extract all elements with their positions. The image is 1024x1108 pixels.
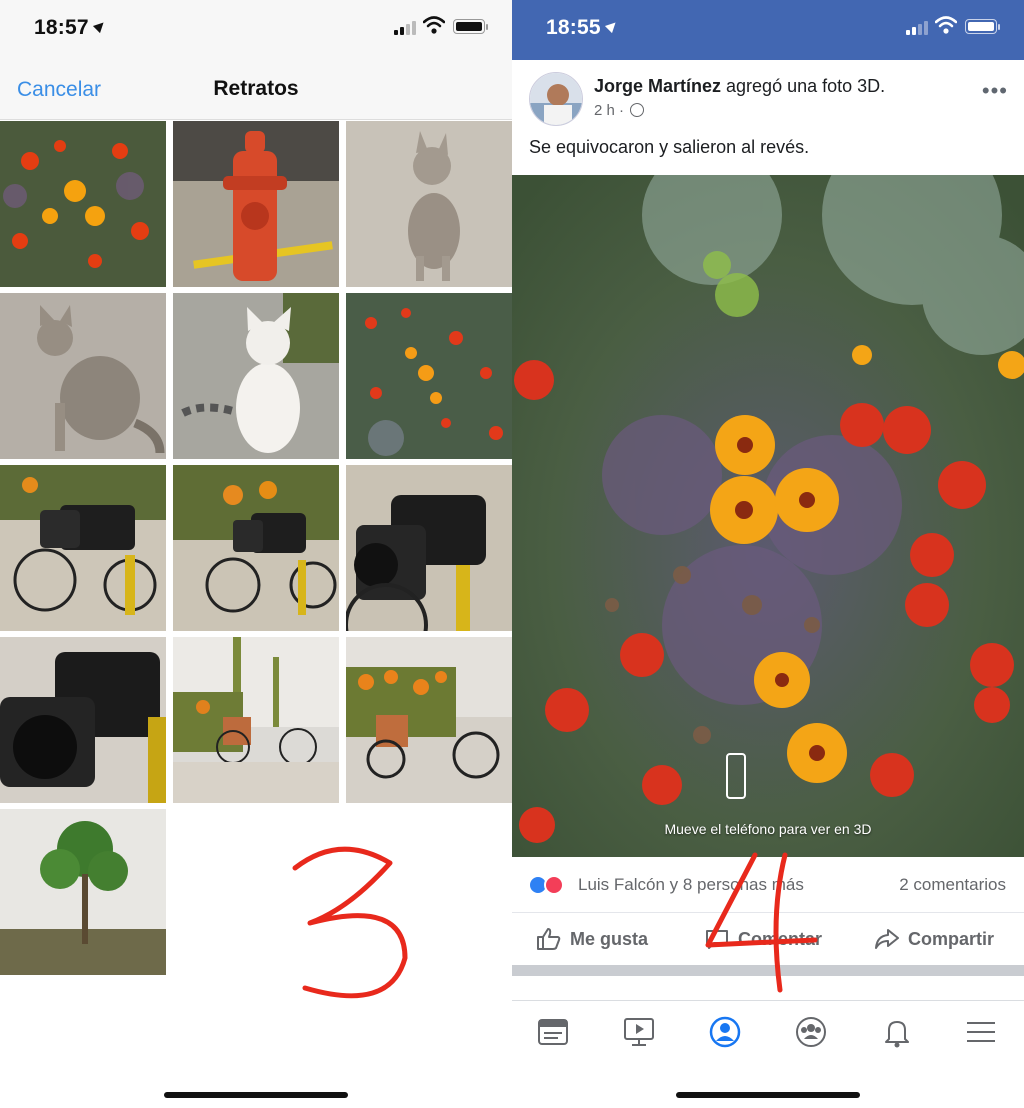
photo-thumbnail-flowers[interactable] [0, 121, 166, 287]
share-icon [875, 929, 899, 949]
facebook-post-screen: 18:55 #right .batt:after{background:#c9d… [512, 0, 1024, 1108]
notifications-icon[interactable] [880, 1015, 920, 1049]
post-author-line: Jorge Martínez agregó una foto 3D. [594, 76, 885, 97]
battery-icon [965, 19, 1000, 34]
profile-icon[interactable] [708, 1015, 748, 1049]
location-arrow-icon [92, 18, 107, 34]
watch-icon[interactable] [622, 1015, 662, 1049]
status-bar: 18:55 [512, 0, 1024, 60]
home-indicator[interactable] [676, 1092, 860, 1098]
like-button[interactable]: Me gusta [536, 927, 648, 951]
page-title: Retratos [213, 77, 299, 100]
share-button[interactable]: Compartir [874, 927, 994, 951]
post-action-text: agregó una foto 3D. [721, 76, 886, 96]
status-time: 18:57 [34, 16, 107, 40]
photo-thumbnail-fire-hydrant[interactable] [173, 121, 339, 287]
comment-button[interactable]: Comentar [704, 927, 822, 951]
photo-thumbnail-bike-planter[interactable] [173, 637, 339, 803]
photo-picker-screen: 18:57 #left .batt:after{background:#999}… [0, 0, 512, 1108]
groups-icon[interactable] [794, 1015, 834, 1049]
wifi-icon [935, 16, 957, 34]
3d-photo[interactable]: Mueve el teléfono para ver en 3D [512, 175, 1024, 857]
love-reaction-icon [544, 875, 564, 895]
post-text: Se equivocaron y salieron al revés. [529, 137, 810, 157]
status-bar: 18:57 [0, 0, 512, 55]
photo-thumbnail-cat-sitting[interactable] [0, 293, 166, 459]
comments-count[interactable]: 2 comentarios [899, 875, 1006, 895]
photo-thumbnail-flowers[interactable] [346, 293, 512, 459]
post-actions: Me gusta Comentar Compartir [512, 913, 1024, 965]
wifi-icon [423, 16, 445, 34]
avatar[interactable] [529, 72, 583, 126]
post-meta: 2 h · [594, 102, 645, 119]
feed-separator [512, 965, 1024, 976]
status-time: 18:55 [546, 16, 619, 40]
photo-thumbnail-cat-gray[interactable] [346, 121, 512, 287]
phone-tilt-icon [726, 753, 746, 799]
photo-thumbnail-camera-bike[interactable] [173, 465, 339, 631]
photo-thumbnail-camera-closeup[interactable] [346, 465, 512, 631]
share-label: Compartir [908, 929, 995, 949]
cellular-signal-icon [906, 21, 930, 35]
photo-thumbnail-cat-white[interactable] [173, 293, 339, 459]
3d-photo-hint: Mueve el teléfono para ver en 3D [664, 821, 872, 837]
more-options-icon[interactable]: ••• [982, 78, 1008, 104]
nav-bar: Cancelar Retratos [0, 55, 512, 120]
reactions-bar: Luis Falcón y 8 personas más 2 comentari… [512, 857, 1024, 913]
globe-icon [630, 103, 645, 117]
news-feed-icon[interactable] [536, 1015, 576, 1049]
thumbs-up-icon [537, 928, 561, 950]
location-arrow-icon [604, 18, 619, 34]
author-name[interactable]: Jorge Martínez [594, 76, 721, 96]
post-time[interactable]: 2 h [594, 102, 615, 119]
handwritten-number-3 [292, 846, 408, 999]
post-header: Jorge Martínez agregó una foto 3D. 2 h ·… [512, 60, 1024, 175]
photo-thumbnail-bike-planter[interactable] [346, 637, 512, 803]
menu-icon[interactable] [964, 1015, 1004, 1049]
cellular-signal-icon [394, 21, 418, 35]
comment-label: Comentar [738, 929, 823, 949]
reactions-summary[interactable]: Luis Falcón y 8 personas más [578, 875, 804, 895]
like-label: Me gusta [570, 929, 649, 949]
photo-thumbnail-camera-bike[interactable] [0, 465, 166, 631]
battery-icon [453, 19, 488, 34]
home-indicator[interactable] [164, 1092, 348, 1098]
photo-thumbnail-tree[interactable] [0, 809, 166, 975]
comment-icon [706, 930, 728, 949]
photo-thumbnail-camera-closeup[interactable] [0, 637, 166, 803]
